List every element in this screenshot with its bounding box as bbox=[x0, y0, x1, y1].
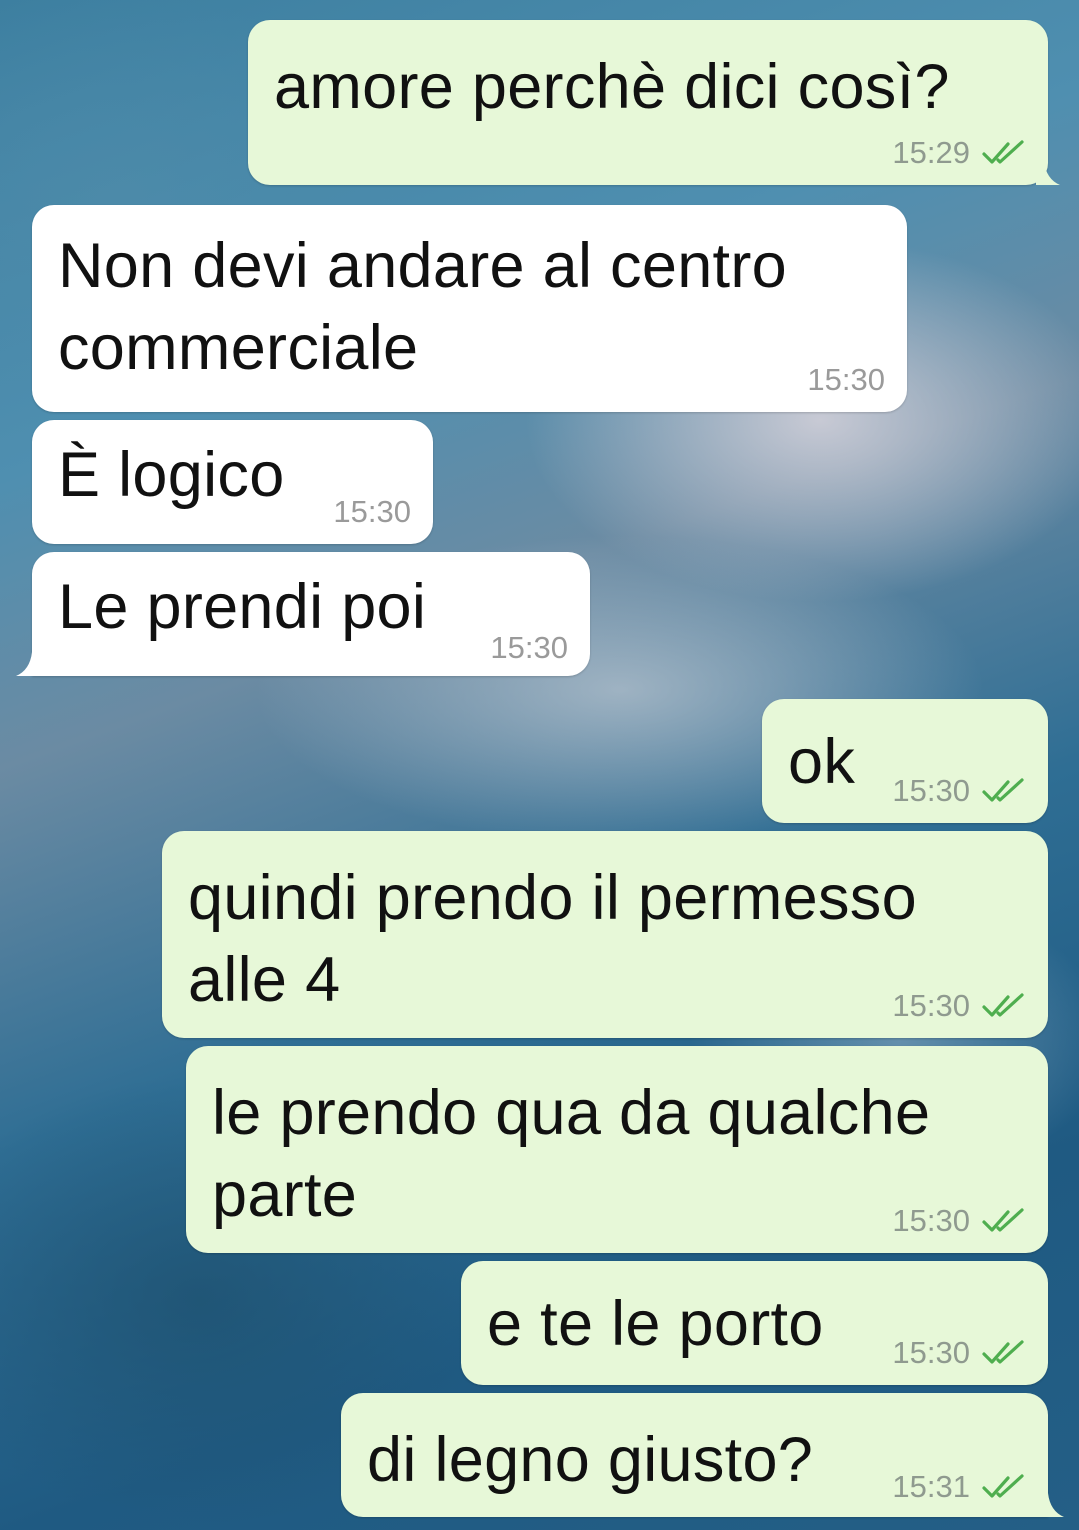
message-meta: 15:30 bbox=[892, 1203, 1026, 1239]
message-meta: 15:30 bbox=[490, 630, 568, 666]
message-time: 15:31 bbox=[892, 1469, 970, 1504]
message-bubble-incoming[interactable]: Le prendi poi 15:30 bbox=[16, 552, 590, 676]
message-time: 15:30 bbox=[333, 494, 411, 529]
message-time: 15:30 bbox=[892, 1203, 970, 1238]
double-check-icon bbox=[982, 140, 1024, 164]
message-time: 15:29 bbox=[892, 135, 970, 170]
message-bubble-outgoing[interactable]: quindi prendo il permesso alle 4 15:30 bbox=[162, 831, 1048, 1038]
message-time: 15:30 bbox=[807, 362, 885, 397]
message-bubble-outgoing[interactable]: le prendo qua da qualche parte 15:30 bbox=[186, 1046, 1048, 1253]
message-meta: 15:30 bbox=[807, 362, 885, 398]
double-check-icon bbox=[982, 1208, 1024, 1232]
message-time: 15:30 bbox=[490, 630, 568, 665]
message-time: 15:30 bbox=[892, 988, 970, 1023]
message-text: Le prendi poi bbox=[58, 572, 427, 642]
double-check-icon bbox=[982, 993, 1024, 1017]
message-bubble-incoming[interactable]: Non devi andare al centro commerciale 15… bbox=[32, 205, 907, 412]
message-time: 15:30 bbox=[892, 773, 970, 808]
message-meta: 15:30 bbox=[333, 494, 411, 530]
message-bubble-outgoing[interactable]: amore perchè dici così? 15:29 bbox=[248, 20, 1060, 185]
bubble-tail bbox=[1036, 161, 1060, 185]
bubble-tail bbox=[1040, 1493, 1064, 1517]
message-meta: 15:30 bbox=[892, 1335, 1026, 1371]
message-text: amore perchè dici così? bbox=[274, 52, 950, 122]
double-check-icon bbox=[982, 1474, 1024, 1498]
message-meta: 15:31 bbox=[892, 1469, 1026, 1505]
message-meta: 15:29 bbox=[892, 135, 1026, 171]
message-meta: 15:30 bbox=[892, 988, 1026, 1024]
message-time: 15:30 bbox=[892, 1335, 970, 1370]
message-text: Non devi andare al centro commerciale bbox=[58, 231, 787, 383]
message-meta: 15:30 bbox=[892, 773, 1026, 809]
message-bubble-incoming[interactable]: È logico 15:30 bbox=[32, 420, 433, 544]
message-bubble-outgoing[interactable]: e te le porto 15:30 bbox=[461, 1261, 1048, 1385]
bubble-tail bbox=[16, 652, 40, 676]
double-check-icon bbox=[982, 1340, 1024, 1364]
double-check-icon bbox=[982, 778, 1024, 802]
message-bubble-outgoing[interactable]: ok 15:30 bbox=[762, 699, 1048, 823]
message-bubble-outgoing[interactable]: di legno giusto? 15:31 bbox=[341, 1393, 1064, 1517]
